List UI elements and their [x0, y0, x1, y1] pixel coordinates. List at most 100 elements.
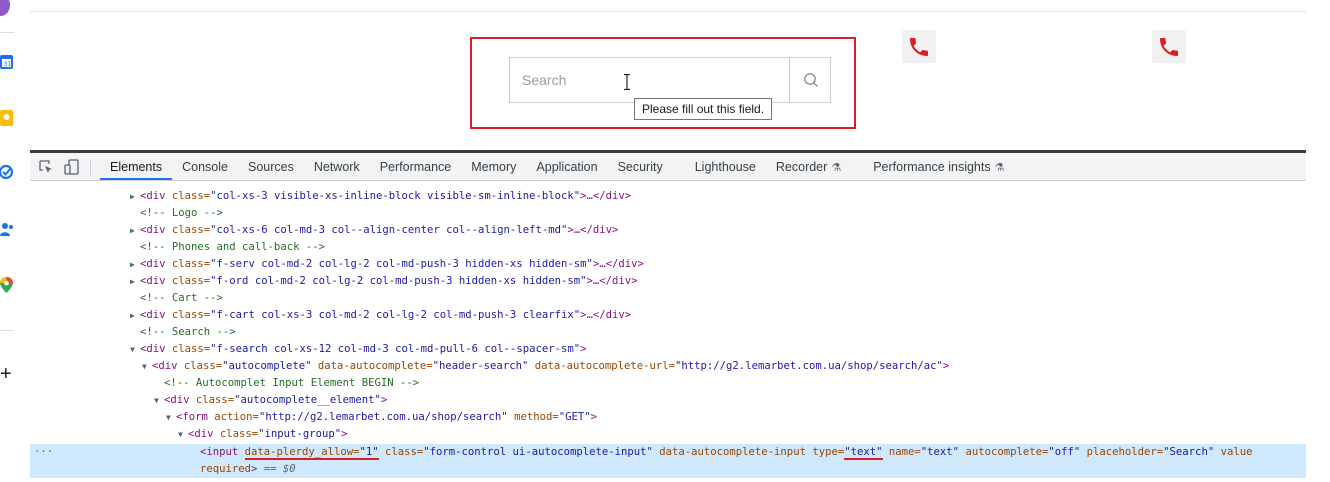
tab-security[interactable]: Security	[608, 153, 685, 180]
attr-value: "form-control ui-autocomplete-input"	[423, 446, 653, 458]
attr-name: class=	[171, 309, 211, 321]
add-button[interactable]: +	[0, 364, 12, 384]
comment-text: <!-- Phones and call-back -->	[140, 241, 325, 253]
console-ref: == $0	[257, 463, 296, 475]
attr-name: action=	[214, 411, 259, 423]
attr-name: class=	[171, 275, 211, 287]
tab-console[interactable]: Console	[172, 153, 238, 180]
attr-name: class=	[171, 343, 211, 355]
tag-close: >…</div>	[586, 275, 638, 287]
attr-name: data-plerdy_allow=	[244, 446, 360, 460]
avatar[interactable]	[0, 0, 10, 16]
attr-value: "f-ord col-md-2 col-lg-2 col-md-push-3 h…	[210, 275, 587, 287]
collapse-arrow-icon[interactable]: ▼	[130, 341, 140, 358]
dom-comment[interactable]: <!-- Logo -->	[30, 205, 1306, 222]
device-toolbar-icon[interactable]	[64, 159, 80, 175]
keep-icon[interactable]	[0, 110, 13, 126]
tab-performance[interactable]: Performance	[370, 153, 462, 180]
attr-name: data-autocomplete-input type=	[652, 446, 845, 458]
dom-node-selected-cont[interactable]: required> == $0	[30, 461, 1306, 478]
dom-node[interactable]: ▼ <div class="autocomplete__element">	[30, 392, 1306, 409]
expand-arrow-icon[interactable]: ▶	[130, 222, 140, 239]
collapse-arrow-icon[interactable]: ▼	[178, 426, 188, 443]
dom-comment[interactable]: <!-- Autocomplet Input Element BEGIN -->	[30, 375, 1306, 392]
dom-node[interactable]: ▼ <form action="http://g2.lemarbet.com.ua…	[30, 409, 1306, 426]
tag-open: <div	[140, 343, 172, 355]
attr-value: "input-group"	[258, 428, 342, 440]
attr-name: class=	[183, 360, 223, 372]
tag-close: >	[590, 411, 597, 423]
dom-node-selected[interactable]: ··· <input data-plerdy_allow="1" class="…	[30, 444, 1306, 461]
phone-button[interactable]	[1152, 30, 1186, 63]
divider	[0, 32, 14, 33]
tag-open: <input	[200, 446, 245, 458]
dom-node[interactable]: ▶ <div class="col-xs-3 visible-xs-inline-…	[30, 188, 1306, 205]
expand-arrow-icon[interactable]: ▶	[130, 307, 140, 324]
phone-icon	[910, 37, 928, 56]
tasks-icon[interactable]	[0, 164, 14, 180]
collapse-arrow-icon[interactable]: ▼	[166, 409, 176, 426]
inspect-element-icon[interactable]	[38, 159, 54, 175]
devtools-toolbar: Elements Console Sources Network Perform…	[30, 153, 1306, 181]
dom-node[interactable]: ▼ <div class="input-group">	[30, 426, 1306, 443]
experiment-flask-icon: ⚗	[831, 162, 842, 174]
dom-comment[interactable]: <!-- Cart -->	[30, 290, 1306, 307]
tab-elements[interactable]: Elements	[100, 153, 173, 180]
tab-network[interactable]: Network	[304, 153, 370, 180]
tab-sources[interactable]: Sources	[238, 153, 304, 180]
search-icon	[804, 73, 818, 87]
attr-value: "Search"	[1163, 446, 1215, 458]
expand-arrow-icon[interactable]: ▶	[130, 273, 140, 290]
tab-application[interactable]: Application	[526, 153, 607, 180]
expand-arrow-icon[interactable]: ▶	[130, 188, 140, 205]
tag-open: <div	[140, 258, 172, 270]
experiment-flask-icon: ⚗	[994, 162, 1005, 174]
dom-node[interactable]: ▼ <div class="autocomplete" data-autocomp…	[30, 358, 1306, 375]
tag-open: <div	[140, 190, 172, 202]
collapse-arrow-icon[interactable]: ▼	[154, 392, 164, 409]
dom-node[interactable]: ▶ <div class="f-ord col-md-2 col-lg-2 col…	[30, 273, 1306, 290]
validation-tooltip: Please fill out this field.	[634, 98, 773, 120]
tag-close: >…</div>	[592, 258, 644, 270]
phone-button[interactable]	[902, 30, 936, 63]
dom-node[interactable]: ▶ <div class="f-serv col-md-2 col-lg-2 co…	[30, 256, 1306, 273]
tab-performance-insights[interactable]: Performance insights ⚗	[863, 153, 1014, 180]
tab-lighthouse[interactable]: Lighthouse	[685, 153, 766, 180]
expand-arrow-icon[interactable]: ▶	[130, 256, 140, 273]
tag-open: <form	[176, 411, 215, 423]
tab-memory[interactable]: Memory	[461, 153, 526, 180]
svg-text:31: 31	[4, 61, 12, 68]
attr-value: "f-cart col-xs-3 col-md-2 col-lg-2 col-m…	[210, 309, 581, 321]
comment-text: <!-- Autocomplet Input Element BEGIN -->	[164, 377, 420, 389]
tab-recorder[interactable]: Recorder ⚗	[766, 153, 863, 180]
search-button[interactable]	[789, 58, 832, 102]
tag-open: <div	[188, 428, 220, 440]
dom-comment[interactable]: <!-- Phones and call-back -->	[30, 239, 1306, 256]
dom-node[interactable]: ▶ <div class="col-xs-6 col-md-3 col--alig…	[30, 222, 1306, 239]
maps-icon[interactable]	[0, 277, 13, 293]
elements-tree: ▶ <div class="col-xs-3 visible-xs-inline-…	[30, 181, 1306, 482]
devtools-tabs: Elements Console Sources Network Perform…	[100, 153, 1014, 180]
dom-node[interactable]: ▶ <div class="f-cart col-xs-3 col-md-2 co…	[30, 307, 1306, 324]
dom-node[interactable]: ▼ <div class="f-search col-xs-12 col-md-3…	[30, 341, 1306, 358]
attr-value: "header-search"	[432, 360, 529, 372]
collapse-arrow-icon[interactable]: ▼	[142, 358, 152, 375]
dom-comment[interactable]: <!-- Search -->	[30, 324, 1306, 341]
calendar-icon[interactable]: 31	[0, 54, 13, 70]
tab-recorder-label: Recorder	[775, 160, 828, 174]
attr-value: "autocomplete__element"	[234, 394, 381, 406]
node-actions-menu[interactable]: ···	[34, 444, 53, 461]
toolbar-divider	[90, 159, 91, 175]
tab-performance-insights-label: Performance insights	[873, 160, 991, 174]
attr-value: "http://g2.lemarbet.com.ua/shop/search/a…	[675, 360, 943, 372]
contacts-icon[interactable]	[0, 221, 13, 237]
search-box	[509, 57, 831, 103]
attr-name: placeholder=	[1080, 446, 1164, 458]
devtools-panel: Elements Console Sources Network Perform…	[30, 150, 1306, 482]
attr-value: "f-search col-xs-12 col-md-3 col-md-pull…	[210, 343, 581, 355]
attr-name: class=	[171, 224, 211, 236]
attr-value: "text"	[844, 446, 883, 460]
search-input[interactable]	[510, 58, 789, 102]
tag-close: >	[580, 343, 587, 355]
text-cursor-icon	[624, 74, 630, 90]
